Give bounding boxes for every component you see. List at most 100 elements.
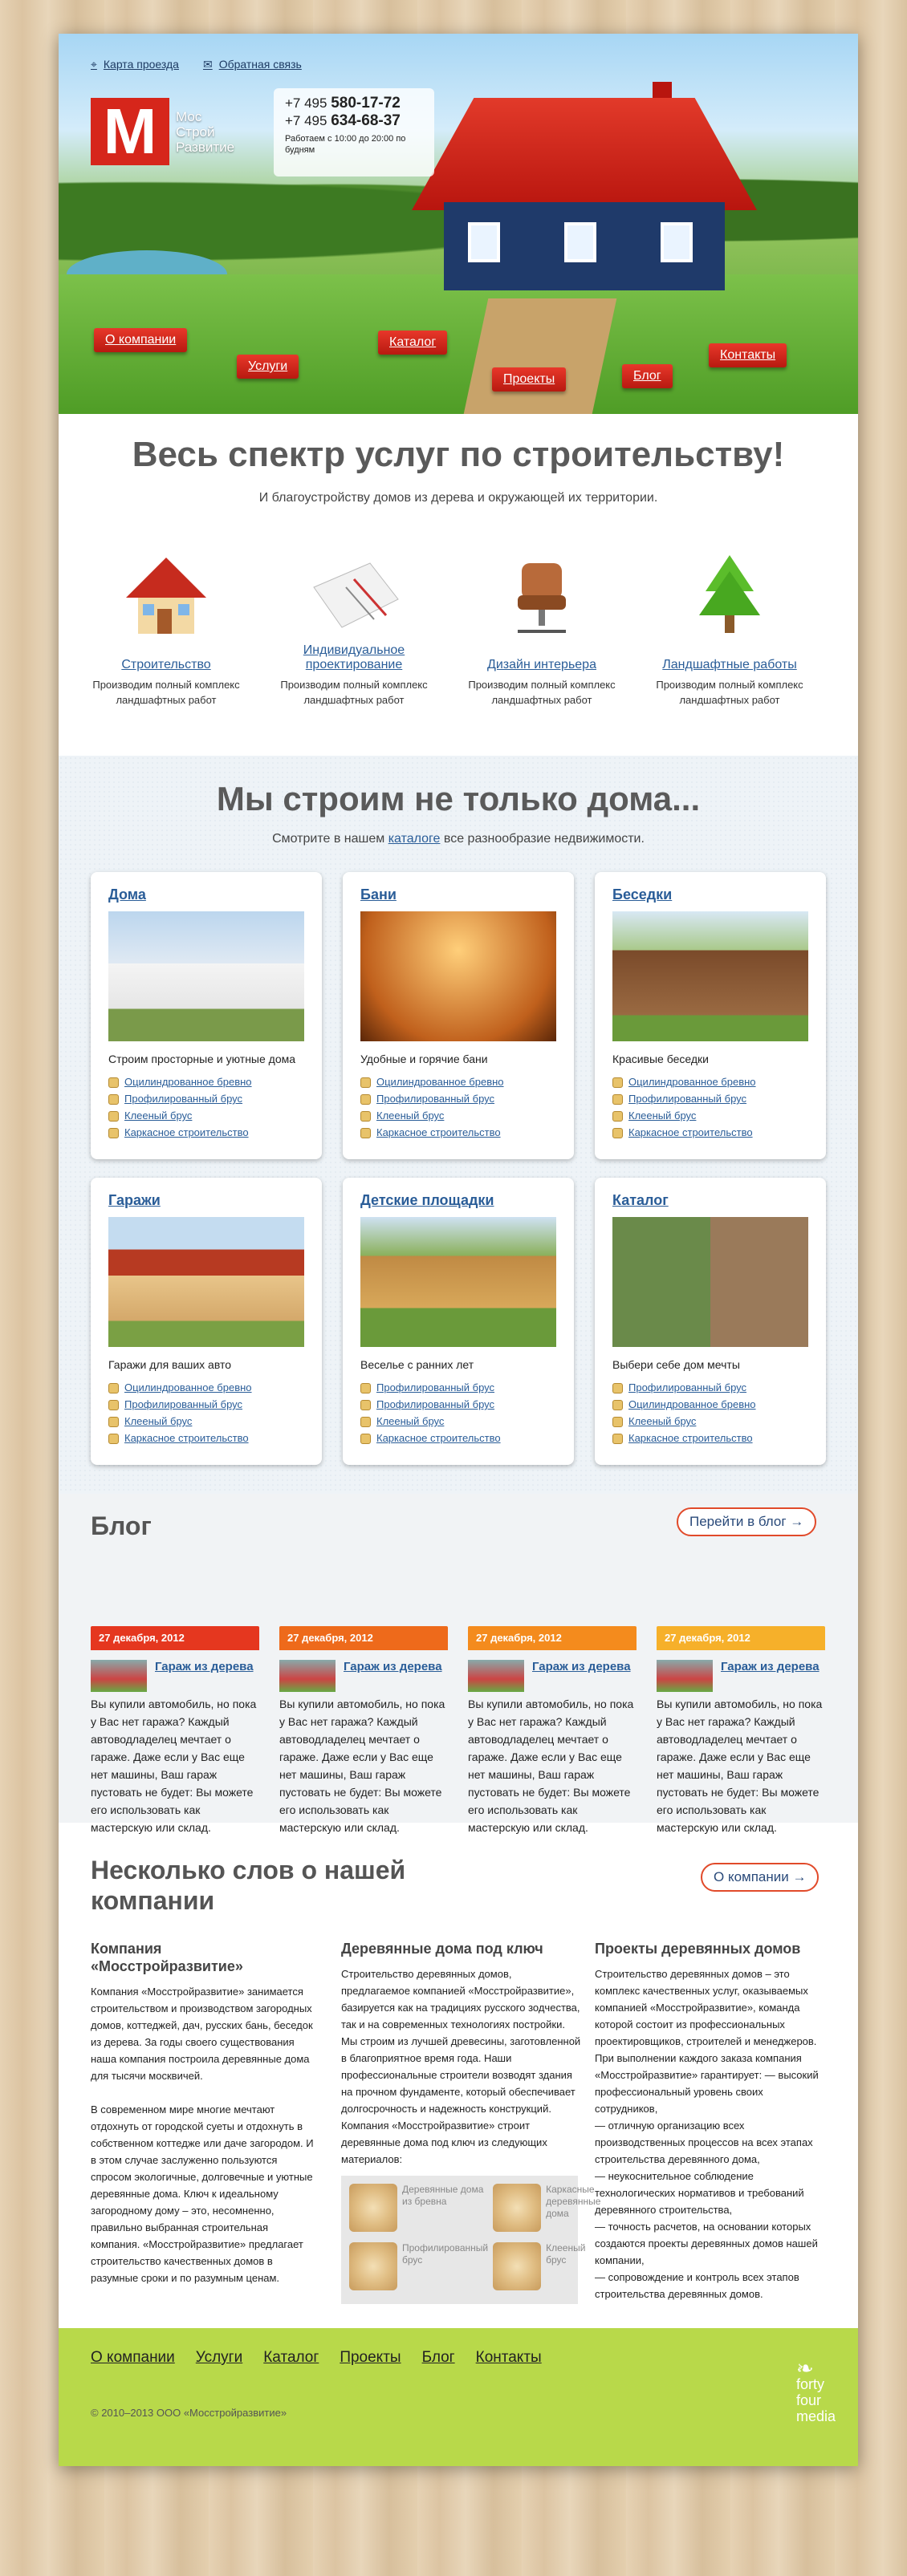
list-item[interactable]: Оцилиндрованное бревно: [612, 1073, 808, 1090]
footer-link-projects[interactable]: Проекты: [340, 2349, 401, 2367]
logo[interactable]: M Мос Строй Развитие: [91, 98, 234, 165]
go-to-blog-button[interactable]: Перейти в блог →: [677, 1507, 817, 1536]
card-title[interactable]: Дома: [108, 886, 304, 903]
post-date: 27 декабря, 2012: [91, 1626, 259, 1650]
post-date: 27 декабря, 2012: [279, 1626, 448, 1650]
developer-logo[interactable]: ❧ forty four media: [796, 2358, 836, 2424]
map-link[interactable]: ⌖ Карта проезда: [91, 58, 179, 71]
about-company-button[interactable]: О компании →: [701, 1863, 820, 1892]
list-item[interactable]: Клееный брус: [360, 1413, 556, 1430]
footer-nav: О компании Услуги Каталог Проекты Блог К…: [91, 2349, 542, 2367]
list-item[interactable]: Профилированный брус: [360, 1090, 556, 1107]
catalog-link[interactable]: каталоге: [388, 832, 441, 846]
post-title[interactable]: Гараж из дерева: [721, 1660, 820, 1692]
list-item[interactable]: Профилированный брус: [108, 1396, 304, 1413]
list-item[interactable]: Оцилиндрованное бревно: [108, 1073, 304, 1090]
post-thumbnail[interactable]: [279, 1660, 336, 1692]
blog-post: 27 декабря, 2012 Гараж из дерева Вы купи…: [91, 1626, 259, 1836]
path-illustration: [463, 298, 617, 414]
phone-1: +7 495 580-17-72: [285, 95, 401, 112]
list-item[interactable]: Оцилиндрованное бревно: [360, 1073, 556, 1090]
post-title[interactable]: Гараж из дерева: [344, 1660, 442, 1692]
post-thumbnail[interactable]: [657, 1660, 713, 1692]
card-title[interactable]: Детские площадки: [360, 1192, 556, 1209]
footer-link-about[interactable]: О компании: [91, 2349, 175, 2367]
list-item[interactable]: Клееный брус: [108, 1107, 304, 1124]
nav-about[interactable]: О компании: [94, 328, 188, 352]
nav-projects[interactable]: Проекты: [492, 367, 567, 391]
blog-post: 27 декабря, 2012 Гараж из дерева Вы купи…: [657, 1626, 825, 1836]
list-item[interactable]: Клееный брус: [108, 1413, 304, 1430]
card-gazebos: Беседки Красивые беседки Оцилиндрованное…: [595, 872, 826, 1159]
list-item[interactable]: Каркасное строительство: [612, 1430, 808, 1446]
envelope-icon: ✉: [202, 57, 213, 71]
nav-services[interactable]: Услуги: [237, 355, 299, 379]
service-construction[interactable]: Строительство Производим полный комплекс…: [78, 547, 254, 708]
page: ⌖ Карта проезда ✉ Обратная связь M Мос Стро…: [59, 34, 858, 2466]
hero-header: ⌖ Карта проезда ✉ Обратная связь M Мос Стро…: [59, 34, 858, 414]
service-interior[interactable]: Дизайн интерьера Производим полный компл…: [454, 547, 630, 708]
list-item[interactable]: Клееный брус: [360, 1107, 556, 1124]
garages-photo[interactable]: [108, 1217, 304, 1347]
card-catalog: Каталог Выбери себе дом мечты Профилиров…: [595, 1178, 826, 1465]
footer: О компании Услуги Каталог Проекты Блог К…: [59, 2328, 858, 2466]
card-title[interactable]: Каталог: [612, 1192, 808, 1209]
phone-2: +7 495 634-68-37: [285, 112, 401, 129]
list-item[interactable]: Клееный брус: [612, 1413, 808, 1430]
material-item[interactable]: Профилированный брус: [349, 2242, 488, 2296]
material-item[interactable]: Деревянные дома из бревна: [349, 2184, 488, 2237]
nav-blog[interactable]: Блог: [622, 364, 673, 388]
footer-link-services[interactable]: Услуги: [196, 2349, 242, 2367]
post-thumbnail[interactable]: [468, 1660, 524, 1692]
material-item[interactable]: Клееный брус: [493, 2242, 600, 2296]
list-item[interactable]: Каркасное строительство: [360, 1430, 556, 1446]
service-landscape[interactable]: Ландшафтные работы Производим полный ком…: [641, 547, 818, 708]
list-item[interactable]: Клееный брус: [612, 1107, 808, 1124]
house-illustration: [412, 82, 757, 290]
footer-link-blog[interactable]: Блог: [422, 2349, 455, 2367]
list-item[interactable]: Каркасное строительство: [612, 1124, 808, 1141]
post-title[interactable]: Гараж из дерева: [155, 1660, 254, 1692]
card-title[interactable]: Гаражи: [108, 1192, 304, 1209]
feedback-link[interactable]: ✉ Обратная связь: [203, 58, 302, 71]
post-date: 27 декабря, 2012: [657, 1626, 825, 1650]
list-item[interactable]: Оцилиндрованное бревно: [108, 1379, 304, 1396]
glued-beam-icon: [493, 2242, 542, 2290]
logo-text: Мос Строй Развитие: [176, 108, 235, 155]
blog-post: 27 декабря, 2012 Гараж из дерева Вы купи…: [468, 1626, 637, 1836]
post-thumbnail[interactable]: [91, 1660, 147, 1692]
list-item[interactable]: Оцилиндрованное бревно: [612, 1396, 808, 1413]
list-item[interactable]: Профилированный брус: [108, 1090, 304, 1107]
about-title: Несколько слов о нашей компании: [91, 1856, 406, 1915]
houses-photo[interactable]: [108, 911, 304, 1041]
blog-title: Блог: [91, 1511, 152, 1540]
service-design[interactable]: Индивидуальное проектирование Производим…: [266, 547, 442, 708]
card-title[interactable]: Бани: [360, 886, 556, 903]
list-item[interactable]: Профилированный брус: [612, 1090, 808, 1107]
material-item[interactable]: Каркасные деревянные дома: [493, 2184, 600, 2237]
about-column-company: Компания «Мосстройразвитие» Компания «Мо…: [91, 1941, 314, 2284]
list-item[interactable]: Профилированный брус: [612, 1379, 808, 1396]
list-item[interactable]: Профилированный брус: [360, 1396, 556, 1413]
saunas-photo[interactable]: [360, 911, 556, 1041]
footer-link-contacts[interactable]: Контакты: [476, 2349, 542, 2367]
list-item[interactable]: Каркасное строительство: [360, 1124, 556, 1141]
post-title[interactable]: Гараж из дерева: [532, 1660, 631, 1692]
catalog-photo[interactable]: [612, 1217, 808, 1347]
nav-catalog[interactable]: Каталог: [378, 331, 448, 355]
materials-box: Деревянные дома из бревна Каркасные дере…: [341, 2176, 600, 2304]
nav-contacts[interactable]: Контакты: [709, 343, 787, 367]
build-section: Мы строим не только дома... Смотрите в н…: [59, 756, 858, 1494]
footer-link-catalog[interactable]: Каталог: [263, 2349, 319, 2367]
top-links: ⌖ Карта проезда ✉ Обратная связь: [91, 56, 302, 72]
card-title[interactable]: Беседки: [612, 886, 808, 903]
list-item[interactable]: Профилированный брус: [360, 1379, 556, 1396]
list-item[interactable]: Каркасное строительство: [108, 1124, 304, 1141]
gazebos-photo[interactable]: [612, 911, 808, 1041]
playgrounds-photo[interactable]: [360, 1217, 556, 1347]
tree-icon: [641, 547, 818, 643]
beam-icon: [349, 2242, 397, 2290]
card-playgrounds: Детские площадки Веселье с ранних лет Пр…: [343, 1178, 574, 1465]
list-item[interactable]: Каркасное строительство: [108, 1430, 304, 1446]
chair-icon: [454, 547, 630, 643]
